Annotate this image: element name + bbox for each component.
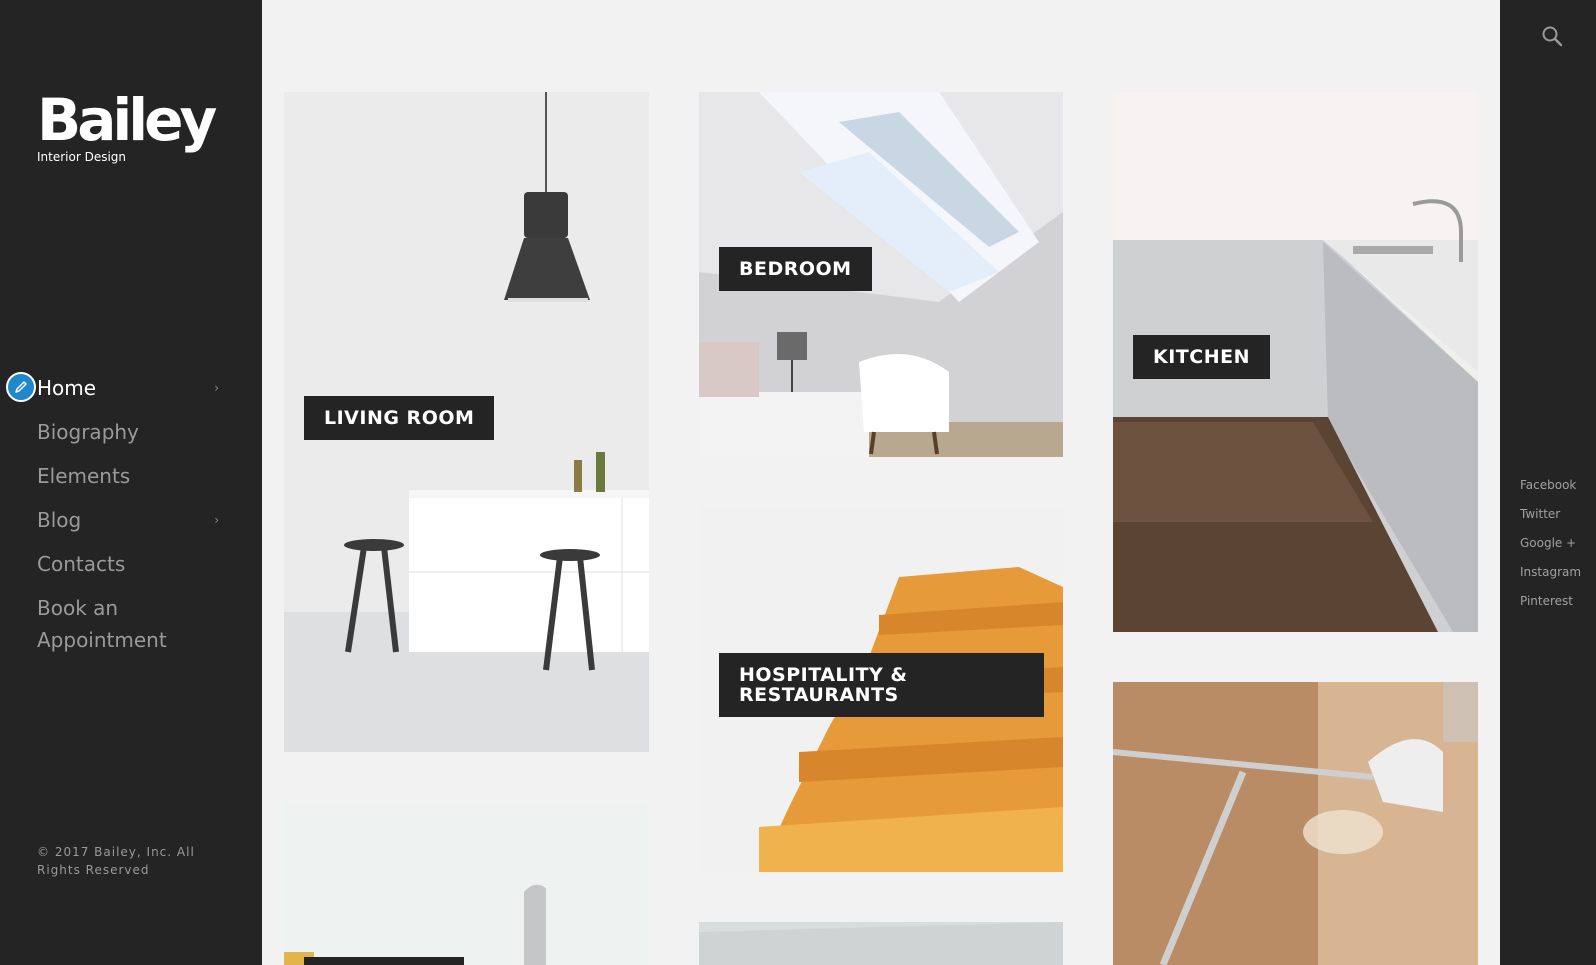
nav-item-blog[interactable]: Blog › — [37, 504, 227, 536]
left-sidebar: Bailey Interior Design Home › Biography … — [0, 0, 262, 965]
tile-label: HOSPITALITY & RESTAURANTS — [719, 653, 1044, 717]
social-link-twitter[interactable]: Twitter — [1520, 500, 1581, 529]
nav-item-label: Biography — [37, 420, 139, 444]
tile-bedroom[interactable]: BEDROOM — [699, 92, 1063, 457]
logo[interactable]: Bailey Interior Design — [37, 86, 217, 164]
chevron-right-icon: › — [214, 513, 219, 527]
right-sidebar: Facebook Twitter Google + Instagram Pint… — [1500, 0, 1596, 965]
copyright-text: © 2017 Bailey, Inc. All Rights Reserved — [37, 845, 195, 877]
tile-image — [699, 922, 1063, 965]
logo-wordmark: Bailey — [37, 86, 217, 154]
lighting-image — [1113, 682, 1478, 965]
nav-item-label: Home — [37, 376, 97, 400]
tile-bathroom[interactable] — [284, 802, 649, 965]
tile-label-line: RESTAURANTS — [739, 684, 899, 706]
tile-hospitality-restaurants[interactable]: HOSPITALITY & RESTAURANTS — [699, 507, 1063, 872]
chevron-right-icon: › — [214, 381, 219, 395]
tile-label: LIVING ROOM — [304, 396, 495, 440]
nav-item-biography[interactable]: Biography — [37, 416, 227, 448]
tile-label: BEDROOM — [719, 247, 872, 291]
search-icon[interactable] — [1540, 24, 1566, 50]
social-links: Facebook Twitter Google + Instagram Pint… — [1520, 471, 1581, 616]
tile-label-line: HOSPITALITY & — [739, 664, 908, 686]
tile-label: KITCHEN — [1133, 335, 1270, 379]
main-nav: Home › Biography Elements Blog › Contact… — [37, 372, 227, 668]
tile-kitchen[interactable]: KITCHEN — [1113, 92, 1478, 632]
nav-item-label: Book an Appointment — [37, 596, 167, 652]
nav-item-label: Blog — [37, 508, 82, 532]
nav-item-label: Elements — [37, 464, 131, 488]
tile-label-bar — [304, 957, 464, 965]
nav-item-label: Contacts — [37, 552, 126, 576]
social-link-facebook[interactable]: Facebook — [1520, 471, 1581, 500]
nav-item-contacts[interactable]: Contacts — [37, 548, 227, 580]
tile-lighting[interactable] — [1113, 682, 1478, 965]
social-link-google-plus[interactable]: Google + — [1520, 529, 1581, 558]
nav-item-book-appointment[interactable]: Book an Appointment — [37, 592, 227, 656]
tile-bottom-middle[interactable] — [699, 922, 1063, 965]
edit-pencil-icon[interactable] — [6, 372, 36, 402]
social-link-pinterest[interactable]: Pinterest — [1520, 587, 1581, 616]
nav-item-home[interactable]: Home › — [37, 372, 227, 404]
bathroom-image — [284, 802, 649, 965]
tile-living-room[interactable]: LIVING ROOM — [284, 92, 649, 752]
social-link-instagram[interactable]: Instagram — [1520, 558, 1581, 587]
nav-item-elements[interactable]: Elements — [37, 460, 227, 492]
